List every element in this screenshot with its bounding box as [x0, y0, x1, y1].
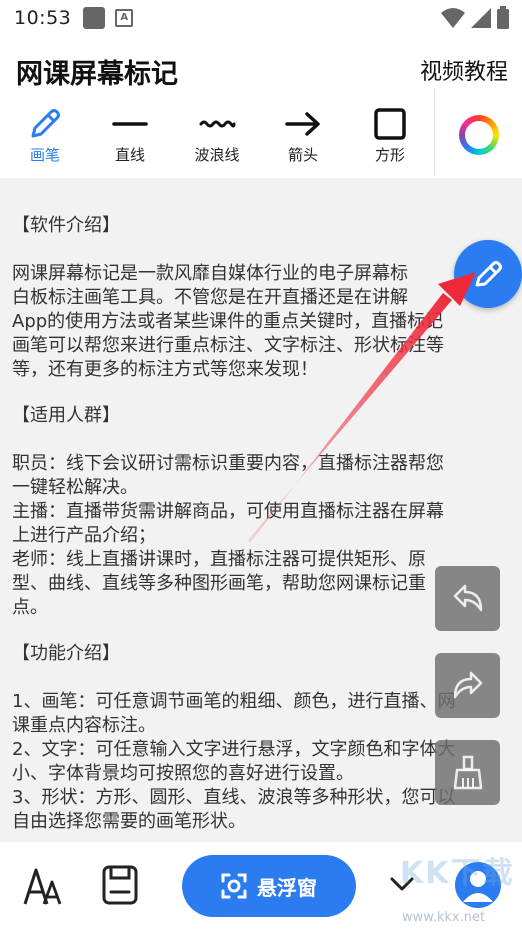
- redo-button[interactable]: [435, 653, 500, 718]
- tool-label: 方形: [374, 146, 405, 164]
- square-icon: [374, 108, 406, 140]
- section-heading: 【适用人群】: [12, 405, 120, 426]
- toolbar-divider: [434, 88, 435, 176]
- text-line: 一键轻松解决。: [12, 477, 138, 498]
- tool-wave[interactable]: 波浪线: [172, 98, 262, 178]
- tool-arrow[interactable]: 箭头: [258, 98, 348, 178]
- wifi-icon: [441, 8, 465, 28]
- watermark: KK下载: [400, 856, 515, 891]
- undo-icon: [453, 584, 483, 612]
- app-notification-icon: A: [115, 9, 134, 27]
- app-header: 网课屏幕标记 视频教程: [0, 42, 522, 98]
- undo-button[interactable]: [435, 566, 500, 631]
- section-heading: 【软件介绍】: [12, 215, 120, 236]
- tool-pencil[interactable]: 画笔: [0, 98, 90, 178]
- text-line: 等，还有更多的标注方式等您来发现！: [12, 359, 318, 380]
- clear-button[interactable]: [435, 740, 500, 805]
- battery-icon: [497, 6, 509, 29]
- pencil-icon: [475, 261, 502, 287]
- floating-pen-button[interactable]: [454, 240, 522, 308]
- screenshot-icon: [221, 873, 247, 899]
- pencil-icon: [31, 109, 60, 138]
- floating-window-button[interactable]: 悬浮窗: [182, 855, 356, 917]
- arrow-icon: [285, 112, 320, 136]
- text-line: 课重点内容标注。: [12, 715, 156, 736]
- text-line: 老师：线上直播讲课时，直播标注器可提供矩形、原: [12, 549, 426, 570]
- tool-label: 画笔: [29, 146, 60, 164]
- status-time: 10:53: [14, 7, 72, 29]
- status-bar: 10:53 A: [0, 0, 522, 36]
- broom-icon: [453, 755, 483, 790]
- text-line: 画笔可以帮您来进行重点标注、文字标注、形状标注等: [12, 335, 444, 356]
- wave-icon: [199, 120, 236, 128]
- text-line: 小、字体背景均可按照您的喜好进行设置。: [12, 763, 354, 784]
- redo-icon: [453, 671, 483, 699]
- tool-label: 箭头: [287, 146, 318, 164]
- tool-label: 波浪线: [194, 146, 240, 164]
- floating-window-label: 悬浮窗: [257, 875, 317, 900]
- section-heading: 【功能介绍】: [12, 643, 120, 664]
- text-line: 白板标注画笔工具。不管您是在开直播还是在讲解: [12, 287, 408, 308]
- text-line: 1、画笔：可任意调节画笔的粗细、颜色，进行直播、网: [12, 691, 456, 712]
- save-icon[interactable]: [100, 864, 140, 906]
- tool-label: 直线: [114, 146, 145, 164]
- tool-square[interactable]: 方形: [345, 98, 435, 178]
- color-picker-icon[interactable]: [459, 115, 499, 155]
- text-line: 点。: [12, 597, 48, 618]
- tool-line[interactable]: 直线: [85, 98, 175, 178]
- signal-icon: [471, 8, 491, 28]
- text-line: 职员：线下会议研讨需标识重要内容，直播标注器帮您: [12, 453, 444, 474]
- drawing-toolbar: 画笔 直线 波浪线 箭头 方形: [0, 98, 522, 178]
- page-title: 网课屏幕标记: [16, 59, 178, 90]
- text-line: 3、形状：方形、圆形、直线、波浪等多种形状，您可以: [12, 787, 456, 808]
- text-line: 型、曲线、直线等多种图形画笔，帮助您网课标记重: [12, 573, 426, 594]
- text-line: 2、文字：可任意输入文字进行悬浮，文字颜色和字体大: [12, 739, 456, 760]
- status-indicators: [440, 6, 510, 30]
- video-tutorial-link[interactable]: 视频教程: [420, 54, 508, 86]
- text-line: 主播：直播带货需讲解商品，可使用直播标注器在屏幕: [12, 501, 444, 522]
- font-icon[interactable]: [22, 866, 64, 908]
- notification-icon: [83, 7, 106, 29]
- line-icon: [112, 122, 148, 126]
- text-line: 网课屏幕标记是一款风靡自媒体行业的电子屏幕标: [12, 263, 408, 284]
- watermark-url: www.kkx.net: [402, 910, 486, 925]
- text-line: 上进行产品介绍；: [12, 525, 156, 546]
- text-line: App的使用方法或者某些课件的重点关键时，直播标记: [12, 311, 444, 332]
- text-line: 自由选择您需要的画笔形状。: [12, 811, 246, 832]
